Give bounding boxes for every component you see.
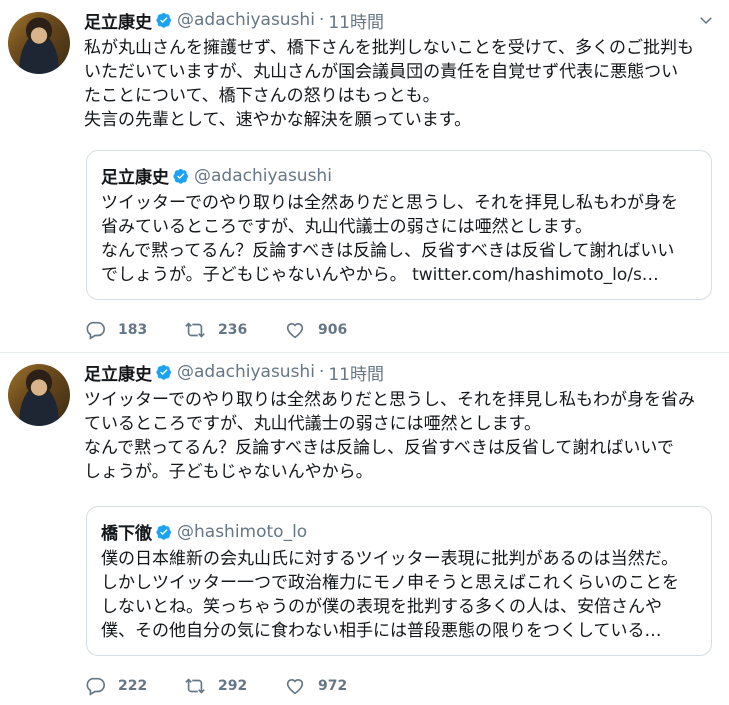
like-count: 972 xyxy=(318,678,348,694)
verified-badge-icon xyxy=(173,168,188,184)
tweet-text: ツイッターでのやり取りは全然ありだと思うし、それを拝見し私もわが身を省み ている… xyxy=(84,390,695,482)
chevron-down-icon[interactable] xyxy=(697,11,715,29)
separator-dot: · xyxy=(318,10,325,30)
retweet-count: 292 xyxy=(218,678,248,694)
quoted-author-name: 橋下徹 xyxy=(101,524,152,544)
separator-dot: · xyxy=(318,362,325,382)
tweet-actions: 222 292 972 xyxy=(84,674,384,698)
quoted-tweet-text: ツイッターでのやり取りは全然ありだと思うし、それを拝見し私もわが身を 省みている… xyxy=(101,191,701,287)
tweet-actions: 183 236 906 xyxy=(84,318,384,342)
reply-icon xyxy=(86,321,105,340)
like-button[interactable]: 906 xyxy=(284,319,384,341)
timestamp[interactable]: 11時間 xyxy=(328,8,384,33)
reply-count: 183 xyxy=(118,322,148,338)
heart-icon xyxy=(286,679,304,695)
reply-button[interactable]: 222 xyxy=(84,675,184,697)
reply-button[interactable]: 183 xyxy=(84,319,184,341)
author-name[interactable]: 足立康史 xyxy=(84,360,152,385)
author-handle[interactable]: @adachiyasushi xyxy=(177,10,315,30)
retweet-icon xyxy=(185,322,205,338)
author-name[interactable]: 足立康史 xyxy=(84,8,152,33)
retweet-button[interactable]: 236 xyxy=(184,319,284,341)
tweet[interactable]: 足立康史 @adachiyasushi · 11時間 私が丸山さんを擁護せず、橋… xyxy=(0,0,729,352)
tweet-header: 足立康史 @adachiyasushi · 11時間 xyxy=(84,360,689,385)
tweet-header: 足立康史 @adachiyasushi · 11時間 xyxy=(84,8,689,33)
quoted-author-name: 足立康史 xyxy=(101,168,169,188)
verified-badge-icon xyxy=(156,13,171,28)
like-count: 906 xyxy=(318,322,348,338)
avatar[interactable] xyxy=(8,12,70,74)
author-handle[interactable]: @adachiyasushi xyxy=(177,362,315,382)
quoted-author-handle: @hashimoto_lo xyxy=(177,521,308,542)
timestamp[interactable]: 11時間 xyxy=(328,360,384,385)
heart-icon xyxy=(286,323,304,339)
quoted-tweet[interactable]: 足立康史 @adachiyasushi ツイッターでのやり取りは全然ありだと思う… xyxy=(86,150,712,300)
reply-icon xyxy=(86,677,105,696)
verified-badge-icon xyxy=(156,365,171,380)
quoted-tweet[interactable]: 橋下徹 @hashimoto_lo 僕の日本維新の会丸山氏に対するツイッター表現… xyxy=(86,506,712,656)
quoted-author-handle: @adachiyasushi xyxy=(194,165,332,186)
quoted-tweet-header: 橋下徹 @hashimoto_lo xyxy=(101,519,308,545)
tweet-text: 私が丸山さんを擁護せず、橋下さんを批判しないことを受けて、多くのご批判も いただ… xyxy=(84,38,694,130)
reply-count: 222 xyxy=(118,678,148,694)
retweet-button[interactable]: 292 xyxy=(184,675,284,697)
avatar[interactable] xyxy=(8,364,70,426)
verified-badge-icon xyxy=(156,524,171,540)
like-button[interactable]: 972 xyxy=(284,675,384,697)
tweet[interactable]: 足立康史 @adachiyasushi · 11時間 ツイッターでのやり取りは全… xyxy=(0,352,729,705)
quoted-tweet-text: 僕の日本維新の会丸山氏に対するツイッター表現に批判があるのは当然だ。 しかしツイ… xyxy=(101,549,679,641)
retweet-icon xyxy=(185,678,205,694)
retweet-count: 236 xyxy=(218,322,248,338)
quoted-tweet-header: 足立康史 @adachiyasushi xyxy=(101,163,332,189)
quoted-link[interactable]: twitter.com/hashimoto_lo/s… xyxy=(412,265,659,285)
